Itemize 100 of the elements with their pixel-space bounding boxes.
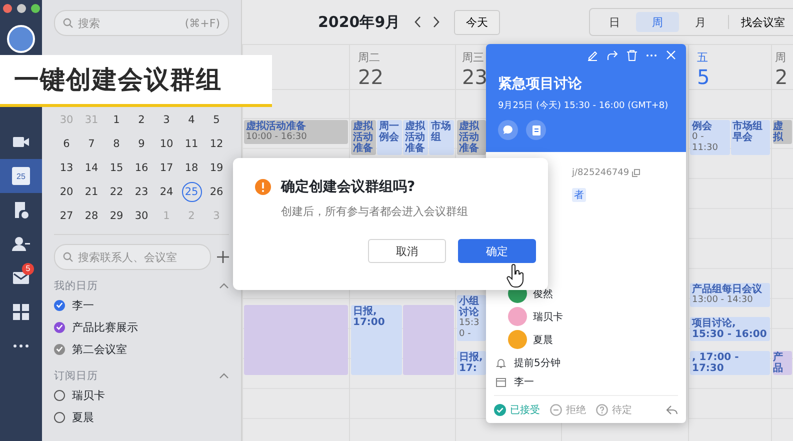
user-avatar[interactable] [7,25,35,53]
calendar-day[interactable]: 29 [106,206,126,226]
calendar-checkbox[interactable] [54,322,65,332]
calendar-day[interactable]: 22 [106,182,126,202]
calendar-day[interactable]: 25 [182,182,202,202]
calendar-day[interactable]: 26 [206,182,226,202]
month-title: 2020年9月 [318,12,400,32]
calendar-name[interactable]: 夏晨 [72,410,94,424]
calendar-checkbox[interactable] [54,300,65,310]
role-tag: 者 [572,188,586,202]
calendar-checkbox[interactable] [54,412,65,422]
question-circle-icon [596,404,608,416]
delete-icon[interactable] [627,50,637,61]
calendar-day[interactable]: 17 [156,158,176,178]
add-icon[interactable] [217,251,229,263]
next-icon[interactable] [432,16,440,28]
calendar-day[interactable]: 19 [206,158,226,178]
calendar-day[interactable]: 1 [106,110,126,130]
event-time: 0 - 11:30 [692,132,719,154]
confirm-button[interactable]: 确定 [458,239,536,263]
calendar-day[interactable]: 30 [132,206,152,226]
calendar-name[interactable]: 第二会议室 [72,342,127,356]
calendar-day[interactable]: 28 [82,206,102,226]
calendar-day[interactable]: 23 [132,182,152,202]
calendar-day[interactable]: 9 [132,134,152,154]
event-block[interactable]: 虚拟活动准备 [457,120,486,155]
calendar-day[interactable]: 13 [56,158,76,178]
document-button[interactable] [526,120,546,140]
mail-icon [12,271,30,285]
event-block[interactable]: 周一例会 [377,120,402,155]
minimize-window-button[interactable] [17,4,26,13]
mail-nav-button[interactable]: 5 [0,261,42,295]
calendar-nav-button[interactable]: 25 [0,159,42,193]
event-time: 13:00 - 14:30 [692,295,754,306]
today-button[interactable]: 今天 [454,10,500,34]
calendar-day[interactable]: 7 [82,134,102,154]
calendar-day[interactable]: 16 [132,158,152,178]
caret-icon[interactable] [219,373,229,379]
event-block[interactable]: 例会 0 - 11:30 [690,120,730,155]
calendar-name: 李一 [514,376,534,389]
calendar-checkbox[interactable] [54,390,65,400]
date-number: 5 [697,65,710,89]
edit-icon[interactable] [587,50,598,61]
search-icon [63,18,73,28]
calendar-name[interactable]: 产品比赛展示 [72,320,138,334]
event-time: 15:30 - [459,318,480,340]
cancel-button[interactable]: 取消 [368,239,446,263]
view-tab[interactable]: 日 [593,12,636,32]
dialog-title: 确定创建会议群组吗? [281,178,416,196]
event-title: , 17:00 - 17:30 [692,352,740,374]
share-icon[interactable] [607,50,618,61]
calendar-day[interactable]: 2 [132,110,152,130]
calendar-day[interactable]: 27 [56,206,76,226]
calendar-day[interactable]: 12 [206,134,226,154]
calendar-day[interactable]: 21 [82,182,102,202]
chat-button[interactable] [498,120,518,140]
calendar-day[interactable]: 11 [182,134,202,154]
calendar-day[interactable]: 18 [182,158,202,178]
close-window-button[interactable] [3,4,12,13]
calendar-day[interactable]: 3 [156,110,176,130]
section-title: 我的日历 [54,279,98,293]
calendar-day[interactable]: 10 [156,134,176,154]
calendar-day[interactable]: 20 [56,182,76,202]
event-block[interactable]: 小组讨论 15:30 - [457,295,486,341]
calendar-name[interactable]: 瑞贝卡 [72,388,105,402]
zoom-window-button[interactable] [31,4,40,13]
calendar-day[interactable]: 5 [206,110,226,130]
event-block[interactable]: 市场组 [429,120,454,155]
event-title: 虚拟活动准备 [459,121,480,154]
event-title: 周一例会 [379,121,400,143]
attendee-name: 瑞贝卡 [533,310,563,324]
contacts-icon [12,236,30,252]
calendar-day[interactable]: 14 [82,158,102,178]
previous-icon[interactable] [414,16,422,28]
section-title: 订阅日历 [54,369,98,383]
calendar-checkbox[interactable] [54,344,65,354]
calendar-day[interactable]: 4 [182,110,202,130]
event-title: 市场组 [431,121,452,143]
view-tab[interactable]: 月 [679,12,722,32]
calendar-day[interactable]: 6 [56,134,76,154]
event-block[interactable]: 日报, 17:00 [351,305,402,375]
copy-icon[interactable] [632,169,640,177]
event-block[interactable]: , 17:00 - 17:30 [690,351,770,375]
event-block[interactable]: 产品组每日会议 13:00 - 14:30 [690,283,770,307]
calendar-day[interactable]: 8 [106,134,126,154]
close-icon[interactable] [666,50,676,60]
event-block[interactable]: 产品 [773,351,792,375]
reply-button[interactable] [666,404,678,414]
event-title: 例会 [692,121,713,132]
find-room-button[interactable]: 找会议室 [735,14,793,30]
document-icon [532,124,540,136]
event-title: 虚拟活动准备 [246,121,307,132]
meeting-link[interactable]: j/825246749 [572,168,630,178]
event-block[interactable]: 市场组早会 [730,120,770,155]
calendar-day[interactable]: 15 [106,158,126,178]
calendar-day[interactable]: 24 [156,182,176,202]
weekday-label: 周三 [462,50,484,65]
apps-grid-icon [13,304,29,320]
calendar-name[interactable]: 李一 [72,298,94,312]
caret-icon[interactable] [219,283,229,289]
